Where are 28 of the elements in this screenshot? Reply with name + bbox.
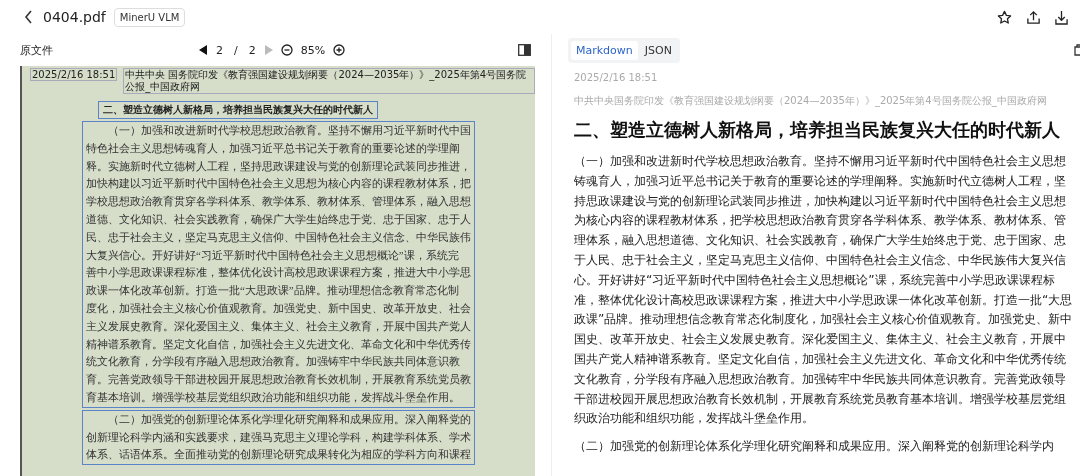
model-badge: MinerU VLM <box>113 7 186 27</box>
zoom-in-icon[interactable] <box>333 44 346 56</box>
source-text: 中共中央国务院印发《教育强国建设规划纲要（2024—2035年）》_2025年第4号国务院公报_中国政府网 <box>574 94 1048 108</box>
split-view-icon[interactable] <box>518 44 531 56</box>
star-icon[interactable] <box>997 9 1012 25</box>
previous-page-icon[interactable] <box>199 45 208 55</box>
view-tab[interactable]: JSON <box>639 40 677 60</box>
view-tab[interactable]: Markdown <box>571 40 638 60</box>
page-separator: / <box>234 43 238 57</box>
page-total: 2 <box>248 43 256 57</box>
zoom-out-icon[interactable] <box>280 44 293 56</box>
back-icon[interactable] <box>24 10 33 24</box>
section-heading: 二、塑造立德树人新格局，培养担当民族复兴大任的时代新人 <box>574 119 1061 142</box>
share-icon[interactable] <box>1026 9 1041 25</box>
paragraph-block[interactable]: （一）加强和改进新时代学校思想政治教育。坚持不懈用习近平新时代中国 特色社会主义思想铸魂育人，加强习近平总书记关于教育的重要论述的学理阐 释。实施新时代立德树人工程，坚持思政课建设与党的创新理论武装同步推进， 加快构建以习近平新时代中国特色社会主义思想为核心内容的课程教材体系，把 学校思想政治教育贯穿各学科体系、教学体系、教材体系、管理体系，融入思想 道德、文化知识、社会实践教育，确保广大学生始终忠于党、忠于国家、忠于人 民、忠于社会主义，坚定马克思主义信仰、中国特色社会主义信念、中华民族伟 大复兴信心。开好讲好“习近平新时代中国特色社会主义思想概论”课，系统完 善中小学思政课课程标准，整体优化设计高校思政课课程方案，推进大中小学思 政课一体化改革创新。打造一批“大思政课”品牌。推动理想信念教育常态化制 度化，加强社会主义核心价值观教育。加强党史、新中国史、改革开放史、社会 主义发展史教育。深化爱国主义、集体主义、社会主义教育，开展中国共产党人 精神谱系教育。坚定文化自信，加强社会主义先进文化、革命文化和中华优秀传 统文化教育，分学段有序融入思想政治教育。加强铸牢中华民族共同体意识教 育。完善党政领导干部进校园开展思想政治教育长效机制，开展教育系统党员教 育基本培训。增强学校基层党组织政治功能和组织功能，发挥战斗堡垒作用。 <box>82 121 475 408</box>
copy-icon[interactable] <box>1074 44 1080 56</box>
original-file-label: 原文件 <box>20 42 53 58</box>
zoom-level: 85% <box>300 43 326 57</box>
page-number[interactable]: 2 <box>216 43 223 57</box>
date-text: 2025/2/16 18:51 <box>574 72 659 83</box>
paragraph-block[interactable]: （二）加强党的创新理论体系化学理化研究阐释和成果应用。深入阐释党的 创新理论科学内涵和实践要求，建强马克思主义理论学科，构建学科体系、学术 体系、话语体系。全面推动党的创新理论研究成果转化为相应的学科方向和课程 <box>82 409 475 466</box>
file-name: 0404.pdf <box>43 9 106 25</box>
page-date: 2025/2/16 18:51 <box>30 68 118 81</box>
page-source: 中共中央 国务院印发《教育强国建设规划纲要（2024—2035年）》_2025年第4号国务院公报_中国政府网 <box>123 68 535 94</box>
paragraph-text: （一）加强和改进新时代学校思想政治教育。坚持不懈用习近平新时代中国特色社会主义思想铸魂育人，加强习近平总书记关于教育的重要论述的学理阐释。实施新时代立德树人工程，坚持思政课建设与党的创新理论武装同步推进，加快构建以习近平新时代中国特色社会主义思想为核心内容的课程教材体系，把学校思想政治教育贯穿各学科体系、教学体系、教材体系、管理体系，融入思想道德、文化知识、社会实践教育，确保广大学生始终忠于党、忠于国家、忠于人民、忠于社会主义，坚定马克思主义信仰、中国特色社会主义信念、中华民族伟大复兴信心。开好讲好“习近平新时代中国特色社会主义思想概论”课，系统完善中小学思政课课程标准，整体优化设计高校思政课课程方案，推进大中小学思政课一体化改革创新。打造一批“大思政课”品牌。推动理想信念教育常态化制度化，加强社会主义核心价值观教育。加强党史、新中国史、改革开放史、社会主义发展史教育。深化爱国主义、集体主义、社会主义教育，开展中国共产党人精神谱系教育。坚定文化自信，加强社会主义先进文化、革命文化和中华优秀传统文化教育，分学段有序融入思想政治教育。加强铸牢中华民族共同体意识教育。完善党政领导干部进校园开展思想政治教育长效机制，开展教育系统党员教育基本培训。增强学校基层党组织政治功能和组织功能，发挥战斗堡垒作用。 <box>574 153 1074 428</box>
paragraph-text: （二）加强党的创新理论体系化学理化研究阐释和成果应用。深入阐释党的创新理论科学内 <box>574 438 1055 456</box>
download-icon[interactable] <box>1055 9 1068 25</box>
heading-block[interactable]: 二、塑造立德树人新格局，培养担当民族复兴大任的时代新人 <box>98 101 378 119</box>
